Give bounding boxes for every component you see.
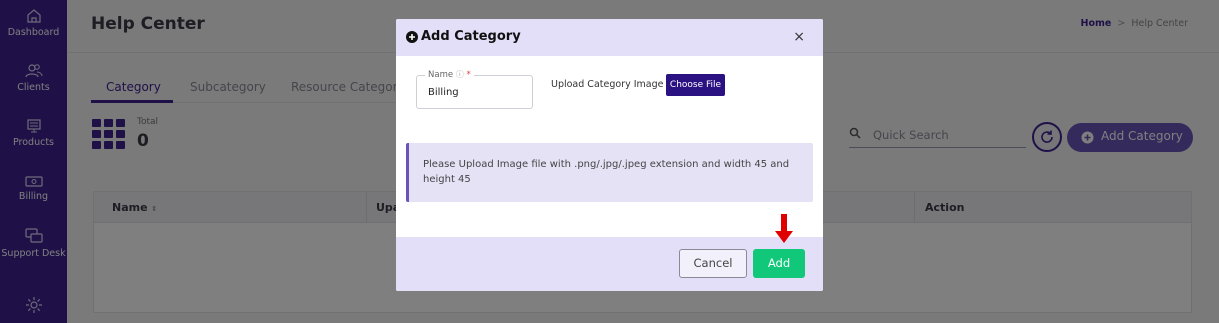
choose-file-button[interactable]: Choose File bbox=[666, 74, 725, 96]
upload-image-label: Upload Category Image bbox=[551, 79, 664, 90]
add-button[interactable]: Add bbox=[753, 249, 805, 278]
arrow-down-icon bbox=[775, 214, 793, 243]
modal-header: Add Category × bbox=[396, 19, 823, 56]
required-marker: * bbox=[466, 70, 471, 80]
close-icon[interactable]: × bbox=[793, 29, 805, 45]
name-field[interactable]: Name ⓘ * bbox=[416, 69, 533, 109]
cancel-button[interactable]: Cancel bbox=[679, 249, 747, 278]
info-alert: Please Upload Image file with .png/.jpg/… bbox=[406, 143, 813, 202]
name-input[interactable] bbox=[428, 85, 524, 99]
modal-title: Add Category bbox=[421, 29, 521, 44]
help-icon[interactable]: ⓘ bbox=[456, 70, 464, 79]
add-category-modal: Add Category × Name ⓘ * Upload Category … bbox=[396, 19, 823, 291]
plus-circle-icon bbox=[406, 31, 418, 43]
name-label-text: Name bbox=[428, 70, 454, 80]
name-field-label: Name ⓘ * bbox=[425, 69, 474, 80]
modal-footer: Cancel Add bbox=[396, 237, 823, 291]
info-text: Please Upload Image file with .png/.jpg/… bbox=[423, 159, 790, 185]
